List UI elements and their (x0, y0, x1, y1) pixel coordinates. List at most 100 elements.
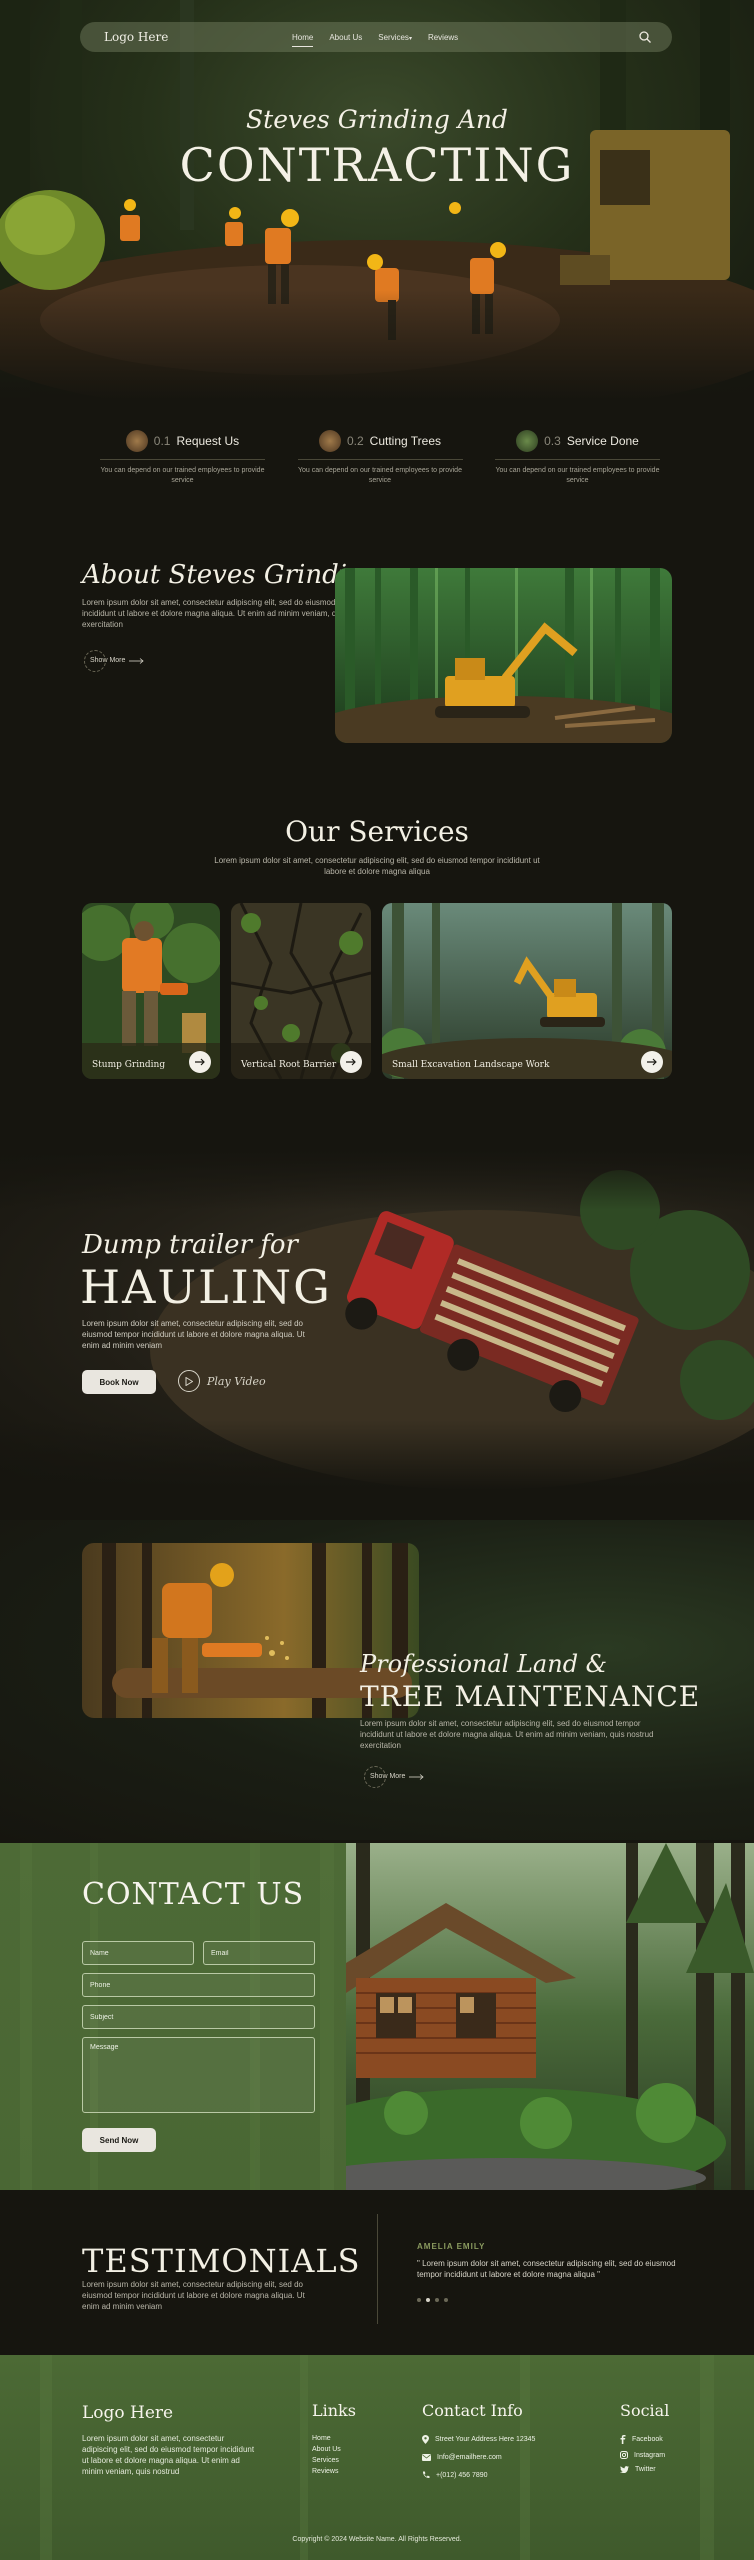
social-label: Facebook (632, 2436, 663, 2443)
step-head: 0.3 Service Done (495, 430, 660, 460)
testimonials-title: TESTIMONIALS (82, 2242, 361, 2280)
service-image (382, 903, 672, 1079)
footer-link-services[interactable]: Services (312, 2457, 341, 2464)
services-subtitle: Lorem ipsum dolor sit amet, consectetur … (214, 856, 540, 876)
book-now-button[interactable]: Book Now (82, 1370, 156, 1394)
footer-social: Facebook Instagram Twitter (620, 2435, 665, 2473)
navbar: Logo Here Home About Us Services▾ Review… (80, 22, 672, 52)
about-show-more-link[interactable]: Show More (84, 650, 145, 672)
facebook-icon (620, 2435, 626, 2444)
step-avatar-icon (318, 430, 341, 452)
social-facebook[interactable]: Facebook (620, 2435, 665, 2444)
nav-link-about[interactable]: About Us (329, 33, 362, 42)
professional-subtitle: Professional Land & (360, 1650, 608, 1678)
play-icon (178, 1370, 200, 1392)
footer-links-title: Links (312, 2401, 356, 2420)
contact-form-panel: CONTACT US Send Now (0, 1843, 346, 2190)
service-card-label: Vertical Root Barrier (241, 1060, 337, 1070)
process-steps: 0.1 Request Us You can depend on our tra… (100, 430, 660, 486)
footer-link-reviews[interactable]: Reviews (312, 2468, 341, 2475)
message-field[interactable] (82, 2037, 315, 2113)
email-text: Info@emailhere.com (437, 2454, 502, 2461)
email-field[interactable] (203, 1941, 315, 1965)
phone-text: +(012) 456 7890 (436, 2471, 488, 2479)
instagram-icon (620, 2451, 628, 2459)
pagination-dot[interactable] (417, 2298, 421, 2302)
social-label: Twitter (635, 2466, 656, 2473)
step-number: 0.1 (153, 434, 171, 448)
contact-title: CONTACT US (82, 1877, 305, 1912)
service-card-label: Stump Grinding (92, 1060, 166, 1070)
hauling-fade-bottom (0, 1420, 754, 1490)
divider (377, 2214, 378, 2324)
social-twitter[interactable]: Twitter (620, 2466, 665, 2473)
play-video-label: Play Video (207, 1374, 266, 1388)
page: Logo Here Home About Us Services▾ Review… (0, 0, 754, 2560)
footer-link-about[interactable]: About Us (312, 2446, 341, 2453)
step-description: You can depend on our trained employees … (100, 467, 265, 484)
hero-section: Logo Here Home About Us Services▾ Review… (0, 0, 754, 400)
logo[interactable]: Logo Here (104, 30, 168, 44)
social-instagram[interactable]: Instagram (620, 2451, 665, 2459)
hero-subtitle: Steves Grinding And (246, 105, 508, 134)
dashed-ring-icon (84, 650, 106, 672)
hauling-subtitle: Dump trailer for (82, 1230, 298, 1260)
service-card-label: Small Excavation Landscape Work (392, 1060, 550, 1070)
arrow-right-icon[interactable] (641, 1051, 663, 1073)
footer-contact-title: Contact Info (422, 2401, 523, 2420)
phone-row[interactable]: +(012) 456 7890 (422, 2471, 535, 2479)
footer-logo[interactable]: Logo Here (82, 2403, 173, 2423)
step-done: 0.3 Service Done You can depend on our t… (495, 430, 660, 486)
dashed-ring-icon (364, 1766, 386, 1788)
hero-title: CONTRACTING (179, 138, 575, 192)
testimonial-pagination (417, 2298, 448, 2302)
step-title: Cutting Trees (369, 434, 442, 448)
chevron-down-icon: ▾ (408, 35, 412, 42)
service-card-root-barrier[interactable]: Vertical Root Barrier (231, 903, 371, 1079)
footer-link-home[interactable]: Home (312, 2435, 341, 2442)
name-field[interactable] (82, 1941, 194, 1965)
service-card-excavation[interactable]: Small Excavation Landscape Work (382, 903, 672, 1079)
about-excavator-image (335, 568, 672, 743)
step-avatar-icon (516, 430, 539, 452)
step-request: 0.1 Request Us You can depend on our tra… (100, 430, 265, 486)
address-row: Street Your Address Here 12345 (422, 2435, 535, 2444)
hero-fade (0, 290, 754, 400)
pagination-dot-active[interactable] (426, 2298, 430, 2302)
arrow-right-icon (409, 1773, 425, 1780)
professional-show-more-link[interactable]: Show More (364, 1766, 425, 1788)
nav-link-services[interactable]: Services▾ (378, 33, 412, 42)
play-video-button[interactable]: Play Video (178, 1370, 266, 1392)
nav-link-reviews[interactable]: Reviews (428, 33, 458, 42)
footer-social-title: Social (620, 2401, 670, 2420)
location-icon (422, 2435, 429, 2444)
professional-text: Lorem ipsum dolor sit amet, consectetur … (360, 1719, 654, 1750)
social-label: Instagram (634, 2451, 666, 2459)
step-title: Request Us (176, 434, 240, 448)
pagination-dot[interactable] (444, 2298, 448, 2302)
phone-field[interactable] (82, 1973, 315, 1997)
send-now-button[interactable]: Send Now (82, 2128, 156, 2152)
hauling-text: Lorem ipsum dolor sit amet, consectetur … (82, 1319, 305, 1350)
service-card-stump[interactable]: Stump Grinding (82, 903, 220, 1079)
nav-link-home[interactable]: Home (292, 33, 314, 47)
step-head: 0.1 Request Us (100, 430, 265, 460)
arrow-right-icon[interactable] (189, 1051, 211, 1073)
email-icon (422, 2454, 431, 2461)
testimonials-section: TESTIMONIALS Lorem ipsum dolor sit amet,… (0, 2190, 754, 2355)
hauling-fade-top (0, 1150, 754, 1210)
professional-title: TREE MAINTENANCE (360, 1680, 701, 1713)
step-description: You can depend on our trained employees … (495, 467, 660, 484)
nav-link-services-label: Services (378, 32, 409, 42)
search-icon[interactable] (638, 30, 652, 44)
step-description: You can depend on our trained employees … (298, 467, 462, 484)
arrow-right-icon[interactable] (340, 1051, 362, 1073)
contact-section: CONTACT US Send Now (0, 1843, 754, 2190)
twitter-icon (620, 2466, 629, 2473)
email-row[interactable]: Info@emailhere.com (422, 2454, 535, 2461)
footer: Logo Here Lorem ipsum dolor sit amet, co… (0, 2355, 754, 2560)
footer-text: Lorem ipsum dolor sit amet, consectetur … (82, 2434, 255, 2476)
footer-links: Home About Us Services Reviews (312, 2435, 341, 2475)
pagination-dot[interactable] (435, 2298, 439, 2302)
subject-field[interactable] (82, 2005, 315, 2029)
